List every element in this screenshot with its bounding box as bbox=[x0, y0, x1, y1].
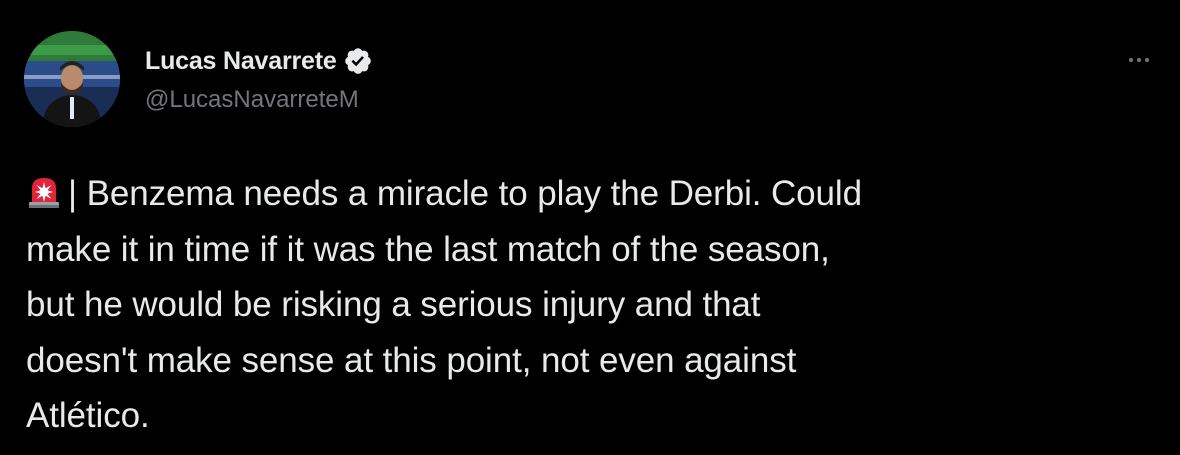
avatar-photo-icon bbox=[24, 31, 120, 127]
author-avatar[interactable] bbox=[24, 31, 120, 127]
author-handle[interactable]: @LucasNavarreteM bbox=[145, 86, 359, 114]
tweet-text-line-5: Atlético. bbox=[26, 396, 150, 435]
author-name-row[interactable]: Lucas Navarrete bbox=[145, 44, 373, 78]
tweet-text: | Benzema needs a miracle to play the De… bbox=[26, 166, 1156, 444]
ellipsis-dot-icon bbox=[1129, 58, 1133, 62]
tweet-text-line-2: make it in time if it was the last match… bbox=[26, 229, 830, 269]
tweet-text-line-4: doesn't make sense at this point, not ev… bbox=[26, 340, 797, 380]
tweet-text-line-1: | Benzema needs a miracle to play the De… bbox=[68, 174, 862, 213]
tweet-text-line: | Benzema needs a miracle to play the De… bbox=[26, 166, 1156, 222]
verified-badge-icon bbox=[344, 48, 371, 74]
tweet-card: Lucas Navarrete @LucasNavarreteM | Benze… bbox=[0, 0, 1180, 455]
ellipsis-dot-icon bbox=[1145, 58, 1149, 62]
tweet-text-line-3: but he would be risking a serious injury… bbox=[26, 285, 761, 324]
author-display-name[interactable]: Lucas Navarrete bbox=[145, 47, 337, 76]
more-options-button[interactable] bbox=[1121, 50, 1157, 70]
ellipsis-dot-icon bbox=[1137, 58, 1141, 62]
siren-icon bbox=[29, 178, 59, 208]
